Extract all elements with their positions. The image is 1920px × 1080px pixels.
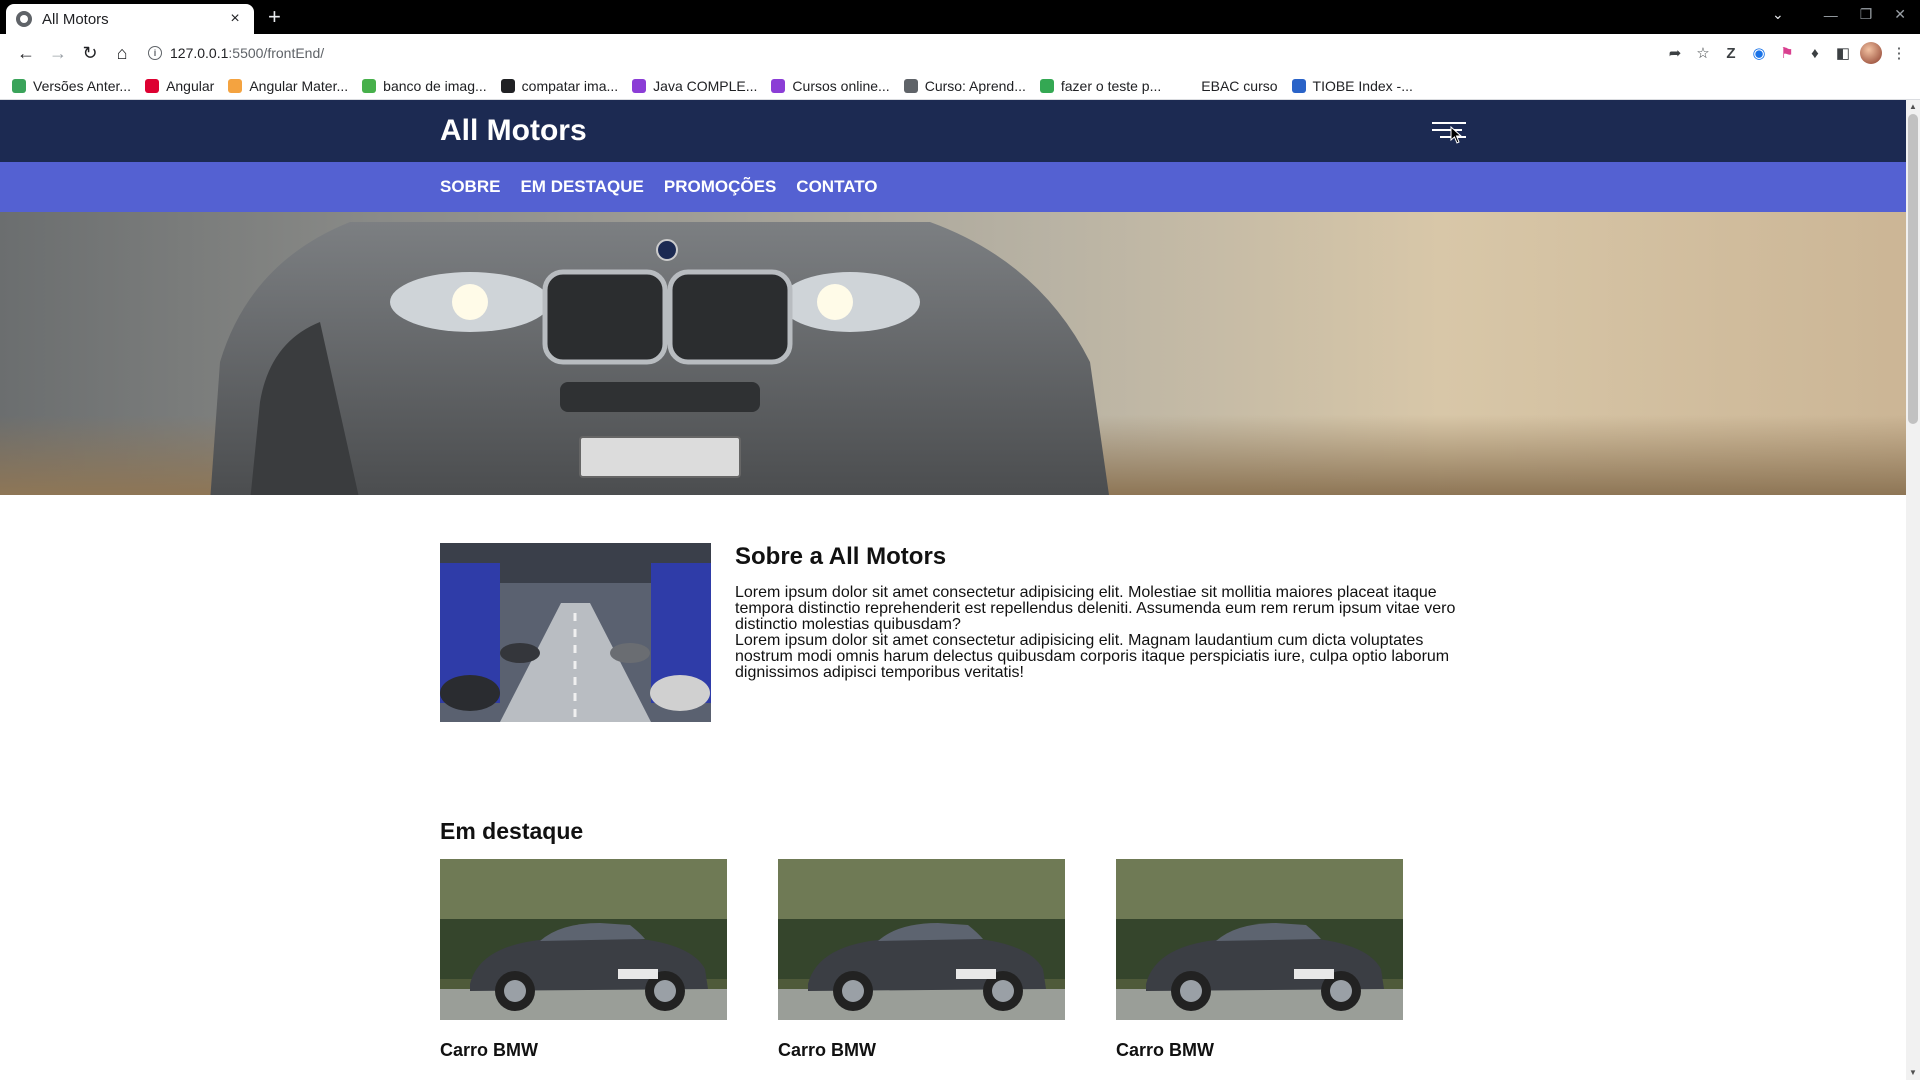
bookmark-item[interactable]: Angular bbox=[145, 78, 214, 94]
nav-link-em-destaque[interactable]: EM DESTAQUE bbox=[520, 177, 643, 197]
bookmark-label: TIOBE Index -... bbox=[1312, 77, 1413, 94]
mouse-cursor-icon bbox=[1450, 126, 1463, 144]
bookmark-label: compatar ima... bbox=[521, 77, 619, 94]
minimize-icon[interactable]: — bbox=[1824, 7, 1838, 23]
info-icon[interactable]: i bbox=[148, 46, 162, 60]
bookmark-favicon-icon bbox=[1039, 78, 1054, 93]
home-icon[interactable]: ⌂ bbox=[106, 37, 138, 69]
back-icon[interactable]: ← bbox=[10, 37, 42, 69]
bookmark-item[interactable]: EBAC curso bbox=[1201, 78, 1277, 94]
bookmark-label: Angular Mater... bbox=[249, 77, 349, 94]
close-window-icon[interactable]: ✕ bbox=[1894, 6, 1906, 23]
bookmark-favicon-icon bbox=[500, 78, 515, 93]
page-scrollbar[interactable]: ▲ ▼ bbox=[1906, 100, 1920, 1080]
bookmark-favicon-icon bbox=[903, 78, 918, 93]
bookmark-label: Cursos online... bbox=[792, 77, 890, 94]
featured-cards: Carro BMW Carro BMW Carro BMW bbox=[440, 859, 1480, 1061]
bookmark-favicon-icon bbox=[632, 78, 647, 93]
card-title: Carro BMW bbox=[1116, 1040, 1214, 1060]
bookmark-label: fazer o teste p... bbox=[1060, 77, 1162, 94]
about-paragraph-2: Lorem ipsum dolor sit amet consectetur a… bbox=[735, 632, 1450, 681]
bookmark-favicon-icon bbox=[12, 78, 26, 93]
bookmark-item[interactable]: Cursos online... bbox=[771, 77, 890, 94]
bookmark-label: Versões Anter... bbox=[33, 77, 132, 94]
about-title: Sobre a All Motors bbox=[735, 543, 947, 570]
nav-link-promocoes[interactable]: PROMOÇÕES bbox=[664, 177, 776, 197]
extension-circle-icon[interactable]: ◉ bbox=[1748, 42, 1770, 64]
page-viewport: All Motors SOBRE EM DESTAQUE PROMOÇÕES C… bbox=[0, 100, 1920, 1080]
restore-icon[interactable]: ❐ bbox=[1860, 6, 1873, 23]
forward-icon[interactable]: → bbox=[42, 37, 74, 69]
bookmark-label: Curso: Aprend... bbox=[924, 77, 1026, 94]
featured-title: Em destaque bbox=[440, 818, 584, 844]
bookmark-favicon-icon bbox=[145, 78, 160, 93]
about-section: Sobre a All Motors Lorem ipsum dolor sit… bbox=[440, 543, 1480, 722]
nav-link-sobre[interactable]: SOBRE bbox=[440, 177, 500, 197]
menu-dots-icon[interactable]: ⋮ bbox=[1888, 42, 1910, 64]
bookmark-label: Angular bbox=[166, 77, 215, 94]
close-tab-icon[interactable]: × bbox=[226, 10, 244, 28]
bookmark-label: EBAC curso bbox=[1201, 77, 1278, 94]
featured-card[interactable]: Carro BMW bbox=[778, 859, 1065, 1061]
extensions-puzzle-icon[interactable]: ♦ bbox=[1804, 42, 1826, 64]
tab-title: All Motors bbox=[42, 10, 109, 28]
hero-car-image bbox=[210, 222, 1109, 495]
content-container: Sobre a All Motors Lorem ipsum dolor sit… bbox=[440, 543, 1480, 1061]
scrollbar-thumb[interactable] bbox=[1908, 114, 1918, 424]
toolbar-actions: ➦ ☆ Z ◉ ⚑ ♦ ◧ ⋮ bbox=[1664, 42, 1910, 64]
share-icon[interactable]: ➦ bbox=[1664, 42, 1686, 64]
card-title: Carro BMW bbox=[440, 1040, 538, 1060]
bookmark-favicon-icon bbox=[228, 78, 243, 93]
bmw-car-image bbox=[778, 859, 1065, 1020]
bookmark-item[interactable]: Versões Anter... bbox=[12, 78, 131, 94]
side-panel-icon[interactable]: ◧ bbox=[1832, 42, 1854, 64]
bmw-car-image bbox=[1116, 859, 1403, 1020]
bookmark-item[interactable]: Java COMPLE... bbox=[632, 78, 757, 94]
card-title: Carro BMW bbox=[778, 1040, 876, 1060]
bookmarks-bar: Versões Anter... Angular Angular Mater... b… bbox=[0, 72, 1920, 100]
bookmark-favicon-icon bbox=[1291, 78, 1306, 93]
bookmark-star-icon[interactable]: ☆ bbox=[1692, 42, 1714, 64]
url-text[interactable]: 127.0.0.1:5500/frontEnd/ bbox=[170, 45, 324, 61]
nav-link-contato[interactable]: CONTATO bbox=[796, 177, 877, 197]
bookmark-label: Java COMPLE... bbox=[653, 77, 758, 94]
scroll-down-arrow-icon[interactable]: ▼ bbox=[1908, 1068, 1918, 1078]
address-bar[interactable]: i 127.0.0.1:5500/frontEnd/ bbox=[148, 37, 1664, 69]
globe-icon bbox=[16, 11, 32, 27]
featured-card[interactable]: Carro BMW bbox=[440, 859, 727, 1061]
main-navigation: SOBRE EM DESTAQUE PROMOÇÕES CONTATO bbox=[0, 162, 1920, 212]
parking-garage-image bbox=[440, 543, 711, 722]
site-logo[interactable]: All Motors bbox=[440, 114, 587, 148]
bookmark-item[interactable]: Curso: Aprend... bbox=[903, 77, 1026, 94]
tab-search-icon[interactable]: ⌄ bbox=[1772, 6, 1784, 23]
site-header: All Motors bbox=[0, 100, 1920, 162]
extension-flag-icon[interactable]: ⚑ bbox=[1776, 42, 1798, 64]
extension-z-icon[interactable]: Z bbox=[1720, 42, 1742, 64]
bookmark-favicon-icon bbox=[362, 78, 377, 93]
bookmark-label: banco de imag... bbox=[383, 77, 487, 94]
profile-avatar[interactable] bbox=[1860, 42, 1882, 64]
hero-banner bbox=[0, 212, 1920, 495]
bmw-car-image bbox=[440, 859, 727, 1020]
about-text: Sobre a All Motors Lorem ipsum dolor sit… bbox=[735, 543, 1475, 722]
bookmark-item[interactable]: Angular Mater... bbox=[228, 78, 348, 94]
window-controls: ⌄ — ❐ ✕ bbox=[1772, 6, 1906, 23]
reload-icon[interactable]: ↻ bbox=[74, 37, 106, 69]
about-paragraph-1: Lorem ipsum dolor sit amet consectetur a… bbox=[735, 584, 1456, 633]
featured-card[interactable]: Carro BMW bbox=[1116, 859, 1403, 1061]
bookmark-item[interactable]: fazer o teste p... bbox=[1039, 77, 1162, 94]
bookmark-item[interactable]: compatar ima... bbox=[500, 77, 619, 94]
bookmark-item[interactable]: TIOBE Index -... bbox=[1291, 77, 1413, 94]
new-tab-button[interactable]: + bbox=[268, 4, 281, 30]
bookmark-item[interactable]: banco de imag... bbox=[362, 78, 487, 94]
browser-toolbar: ← → ↻ ⌂ i 127.0.0.1:5500/frontEnd/ ➦ ☆ Z… bbox=[0, 34, 1920, 72]
browser-tab[interactable]: All Motors × bbox=[6, 4, 254, 34]
scroll-up-arrow-icon[interactable]: ▲ bbox=[1908, 102, 1918, 112]
browser-tab-bar: All Motors × + ⌄ — ❐ ✕ bbox=[0, 0, 1920, 34]
bookmark-favicon-icon bbox=[771, 78, 786, 93]
